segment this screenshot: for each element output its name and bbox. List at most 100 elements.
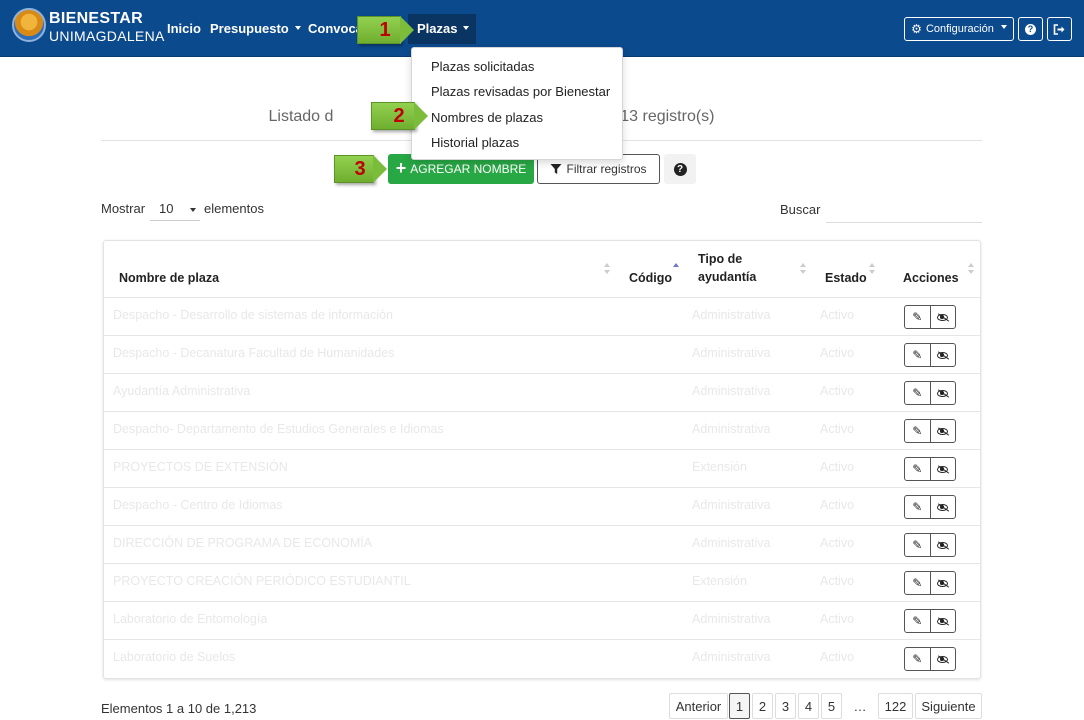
cell-type: Administrativa (692, 308, 771, 322)
cell-status: Activo (820, 574, 855, 588)
cell-type: Administrativa (692, 612, 771, 626)
eye-slash-icon (937, 655, 949, 663)
menu-item-historial-plazas[interactable]: Historial plazas (431, 135, 519, 150)
toggle-visibility-button[interactable] (929, 420, 956, 442)
sort-icon[interactable] (968, 263, 974, 275)
cell-type: Extensión (692, 574, 747, 588)
toggle-visibility-button[interactable] (929, 458, 956, 480)
cell-type: Administrativa (692, 422, 771, 436)
table-row: Laboratorio de Entomología Administrativa… (104, 601, 980, 639)
configuration-button[interactable]: ⚙ Configuración (904, 17, 1014, 41)
search-label: Buscar (780, 202, 821, 217)
cell-type: Administrativa (692, 346, 771, 360)
row-actions: ✎ (904, 495, 956, 519)
pencil-icon: ✎ (912, 500, 923, 514)
brand-title[interactable]: BIENESTAR (49, 10, 143, 28)
help-button[interactable]: ? (1018, 17, 1043, 41)
cell-name: Laboratorio de Entomología (113, 612, 268, 626)
menu-item-nombres-de-plazas[interactable]: Nombres de plazas (431, 110, 543, 125)
cell-name: Despacho - Centro de Idiomas (113, 498, 283, 512)
page-button[interactable]: 5 (821, 693, 842, 719)
nav-item-convocatorias[interactable]: Convoca (308, 21, 363, 36)
callout-step-2: 2 (371, 102, 428, 130)
cell-status: Activo (820, 384, 855, 398)
page-button[interactable]: 4 (798, 693, 819, 719)
cell-type: Administrativa (692, 536, 771, 550)
toggle-visibility-button[interactable] (929, 382, 956, 404)
row-actions: ✎ (904, 381, 956, 405)
edit-button[interactable]: ✎ (905, 306, 930, 328)
cell-status: Activo (820, 498, 855, 512)
pencil-icon: ✎ (912, 386, 923, 400)
edit-button[interactable]: ✎ (905, 572, 930, 594)
table-row: DIRECCIÓN DE PROGRAMA DE ECONOMÍA Adminis… (104, 525, 980, 563)
search-input[interactable] (826, 199, 982, 223)
sort-icon[interactable] (604, 263, 610, 275)
column-header-name[interactable]: Nombre de plaza (119, 271, 219, 285)
sort-asc-icon[interactable] (673, 263, 679, 275)
toggle-visibility-button[interactable] (929, 306, 956, 328)
logout-button[interactable] (1047, 17, 1072, 41)
column-header-type[interactable]: Tipo de ayudantía (698, 252, 756, 284)
sort-icon[interactable] (869, 263, 875, 275)
eye-slash-icon (937, 389, 949, 397)
toggle-visibility-button[interactable] (929, 534, 956, 556)
edit-button[interactable]: ✎ (905, 344, 930, 366)
table-row: PROYECTO CREACIÓN PERIÓDICO ESTUDIANTIL E… (104, 563, 980, 601)
toggle-visibility-button[interactable] (929, 572, 956, 594)
toggle-visibility-button[interactable] (929, 344, 956, 366)
next-page-button[interactable]: Siguiente (915, 693, 982, 719)
sort-icon[interactable] (800, 263, 806, 275)
edit-button[interactable]: ✎ (905, 534, 930, 556)
filter-icon (550, 164, 562, 174)
cell-status: Activo (820, 536, 855, 550)
brand-subtitle[interactable]: UNIMAGDALENA (49, 28, 165, 44)
nav-item-presupuesto[interactable]: Presupuesto (210, 21, 301, 36)
page-button[interactable]: 122 (878, 693, 913, 719)
show-label: Mostrar (101, 201, 146, 216)
page-button[interactable]: 2 (752, 693, 773, 719)
chevron-down-icon (463, 25, 470, 30)
eye-slash-icon (937, 617, 949, 625)
prev-page-button[interactable]: Anterior (669, 693, 728, 719)
cell-name: DIRECCIÓN DE PROGRAMA DE ECONOMÍA (113, 536, 373, 550)
pencil-icon: ✎ (912, 614, 923, 628)
university-logo-icon[interactable] (12, 8, 46, 42)
cell-status: Activo (820, 460, 855, 474)
menu-item-plazas-solicitadas[interactable]: Plazas solicitadas (431, 59, 534, 74)
cell-status: Activo (820, 612, 855, 626)
toggle-visibility-button[interactable] (929, 648, 956, 670)
help-toolbar-button[interactable]: ? (664, 154, 696, 184)
table-row: Despacho - Decanatura Facultad de Humani… (104, 335, 980, 373)
edit-button[interactable]: ✎ (905, 458, 930, 480)
page-length-select[interactable]: 10 (150, 197, 200, 221)
row-actions: ✎ (904, 571, 956, 595)
gear-icon: ⚙ (911, 22, 922, 36)
edit-button[interactable]: ✎ (905, 496, 930, 518)
plus-icon: + (395, 158, 407, 178)
eye-slash-icon (937, 351, 949, 359)
page-button[interactable]: 1 (729, 693, 750, 719)
elements-label: elementos (204, 201, 264, 216)
edit-button[interactable]: ✎ (905, 382, 930, 404)
callout-step-1: 1 (357, 16, 414, 44)
edit-button[interactable]: ✎ (905, 420, 930, 442)
edit-button[interactable]: ✎ (905, 610, 930, 632)
column-header-status[interactable]: Estado (825, 271, 867, 285)
table-row: Despacho- Departamento de Estudios Gener… (104, 411, 980, 449)
page-button[interactable]: 3 (775, 693, 796, 719)
pencil-icon: ✎ (912, 310, 923, 324)
row-actions: ✎ (904, 533, 956, 557)
toggle-visibility-button[interactable] (929, 496, 956, 518)
question-icon: ? (673, 162, 687, 176)
menu-item-plazas-revisadas[interactable]: Plazas revisadas por Bienestar (431, 84, 610, 99)
toggle-visibility-button[interactable] (929, 610, 956, 632)
chevron-down-icon (294, 25, 301, 30)
edit-button[interactable]: ✎ (905, 648, 930, 670)
eye-slash-icon (937, 313, 949, 321)
row-actions: ✎ (904, 609, 956, 633)
column-header-code[interactable]: Código (629, 271, 672, 285)
nav-item-inicio[interactable]: Inicio (167, 21, 201, 36)
pencil-icon: ✎ (912, 576, 923, 590)
nav-item-plazas[interactable]: Plazas (417, 21, 470, 36)
